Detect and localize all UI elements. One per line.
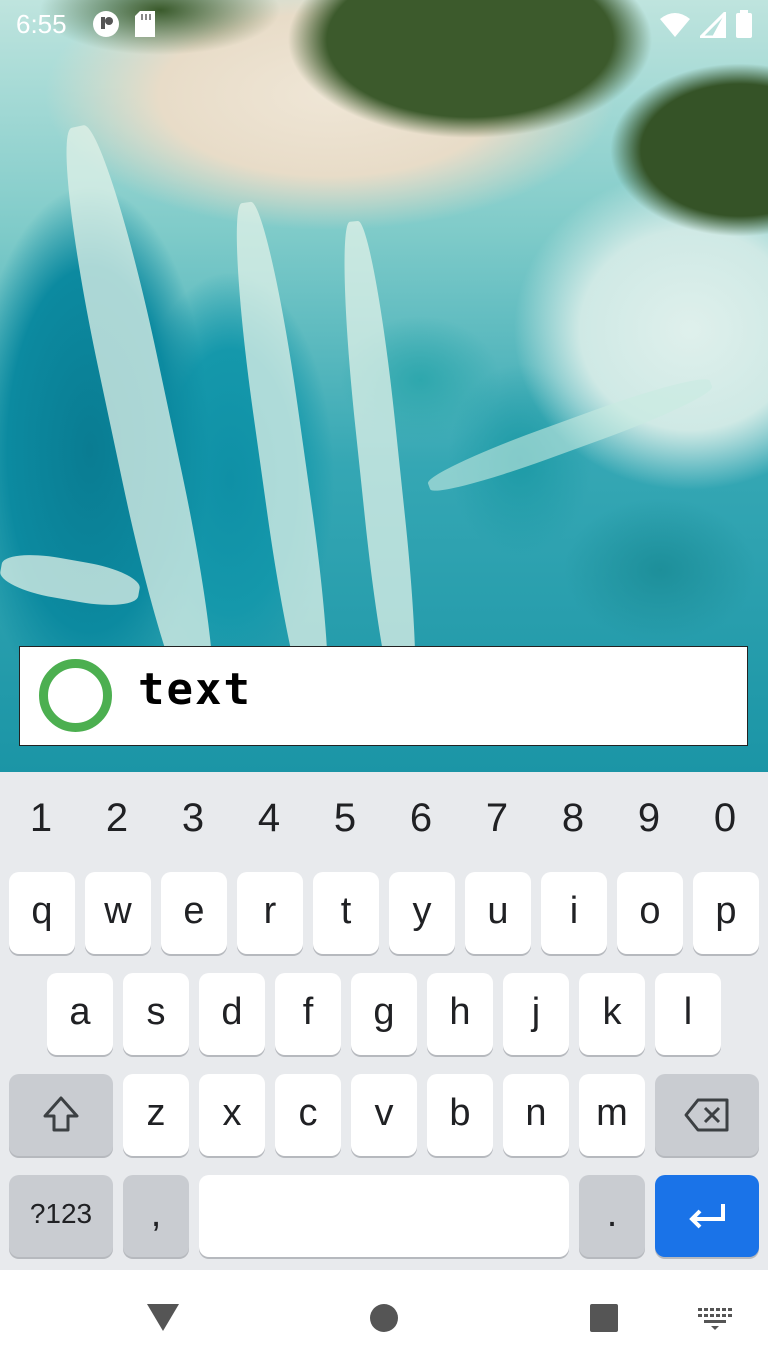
battery-icon	[736, 10, 752, 45]
key-2[interactable]: 2	[87, 792, 147, 852]
key-6[interactable]: 6	[391, 792, 451, 852]
key-4[interactable]: 4	[239, 792, 299, 852]
number-row: 1 2 3 4 5 6 7 8 9 0	[0, 792, 768, 852]
green-ring-icon	[39, 659, 112, 732]
key-n[interactable]: n	[503, 1074, 569, 1156]
key-j[interactable]: j	[503, 973, 569, 1055]
soft-keyboard: 1 2 3 4 5 6 7 8 9 0 q w e r t y u i o p …	[0, 772, 768, 1270]
space-key[interactable]	[199, 1175, 569, 1257]
key-p[interactable]: p	[693, 872, 759, 954]
key-7[interactable]: 7	[467, 792, 527, 852]
key-g[interactable]: g	[351, 973, 417, 1055]
key-9[interactable]: 9	[619, 792, 679, 852]
key-c[interactable]: c	[275, 1074, 341, 1156]
enter-key[interactable]	[655, 1175, 759, 1257]
cell-signal-icon	[697, 9, 727, 45]
backspace-icon	[684, 1098, 729, 1132]
text-input-field[interactable]	[19, 646, 748, 746]
navigation-bar	[0, 1270, 768, 1366]
key-y[interactable]: y	[389, 872, 455, 954]
key-v[interactable]: v	[351, 1074, 417, 1156]
key-f[interactable]: f	[275, 973, 341, 1055]
key-d[interactable]: d	[199, 973, 265, 1055]
key-h[interactable]: h	[427, 973, 493, 1055]
shift-icon	[43, 1096, 79, 1132]
key-0[interactable]: 0	[695, 792, 755, 852]
text-field-value[interactable]: text	[138, 664, 252, 715]
reef-pattern	[0, 548, 143, 612]
key-i[interactable]: i	[541, 872, 607, 954]
reef-pattern	[48, 120, 232, 720]
key-5[interactable]: 5	[315, 792, 375, 852]
privacy-indicator-icon	[92, 10, 120, 45]
key-a[interactable]: a	[47, 973, 113, 1055]
reef-pattern	[423, 369, 717, 501]
key-b[interactable]: b	[427, 1074, 493, 1156]
recents-icon[interactable]	[589, 1303, 619, 1338]
key-t[interactable]: t	[313, 872, 379, 954]
key-s[interactable]: s	[123, 973, 189, 1055]
key-r[interactable]: r	[237, 872, 303, 954]
sd-card-icon	[134, 10, 156, 45]
key-x[interactable]: x	[199, 1074, 265, 1156]
key-3[interactable]: 3	[163, 792, 223, 852]
reef-pattern	[224, 199, 341, 721]
home-icon[interactable]	[369, 1303, 399, 1338]
key-e[interactable]: e	[161, 872, 227, 954]
period-key[interactable]: .	[579, 1175, 645, 1257]
key-u[interactable]: u	[465, 872, 531, 954]
key-z[interactable]: z	[123, 1074, 189, 1156]
backspace-key[interactable]	[655, 1074, 759, 1156]
enter-icon	[689, 1204, 725, 1229]
comma-key[interactable]: ,	[123, 1175, 189, 1257]
key-l[interactable]: l	[655, 973, 721, 1055]
key-q[interactable]: q	[9, 872, 75, 954]
back-icon[interactable]	[146, 1302, 180, 1337]
key-m[interactable]: m	[579, 1074, 645, 1156]
wifi-icon	[660, 12, 690, 45]
symbols-key[interactable]: ?123	[9, 1175, 113, 1257]
status-bar: 6:55	[0, 0, 768, 50]
status-time: 6:55	[16, 9, 67, 39]
key-1[interactable]: 1	[11, 792, 71, 852]
key-8[interactable]: 8	[543, 792, 603, 852]
key-k[interactable]: k	[579, 973, 645, 1055]
keyboard-switch-icon[interactable]	[698, 1306, 732, 1335]
key-o[interactable]: o	[617, 872, 683, 954]
shift-key[interactable]	[9, 1074, 113, 1156]
key-w[interactable]: w	[85, 872, 151, 954]
